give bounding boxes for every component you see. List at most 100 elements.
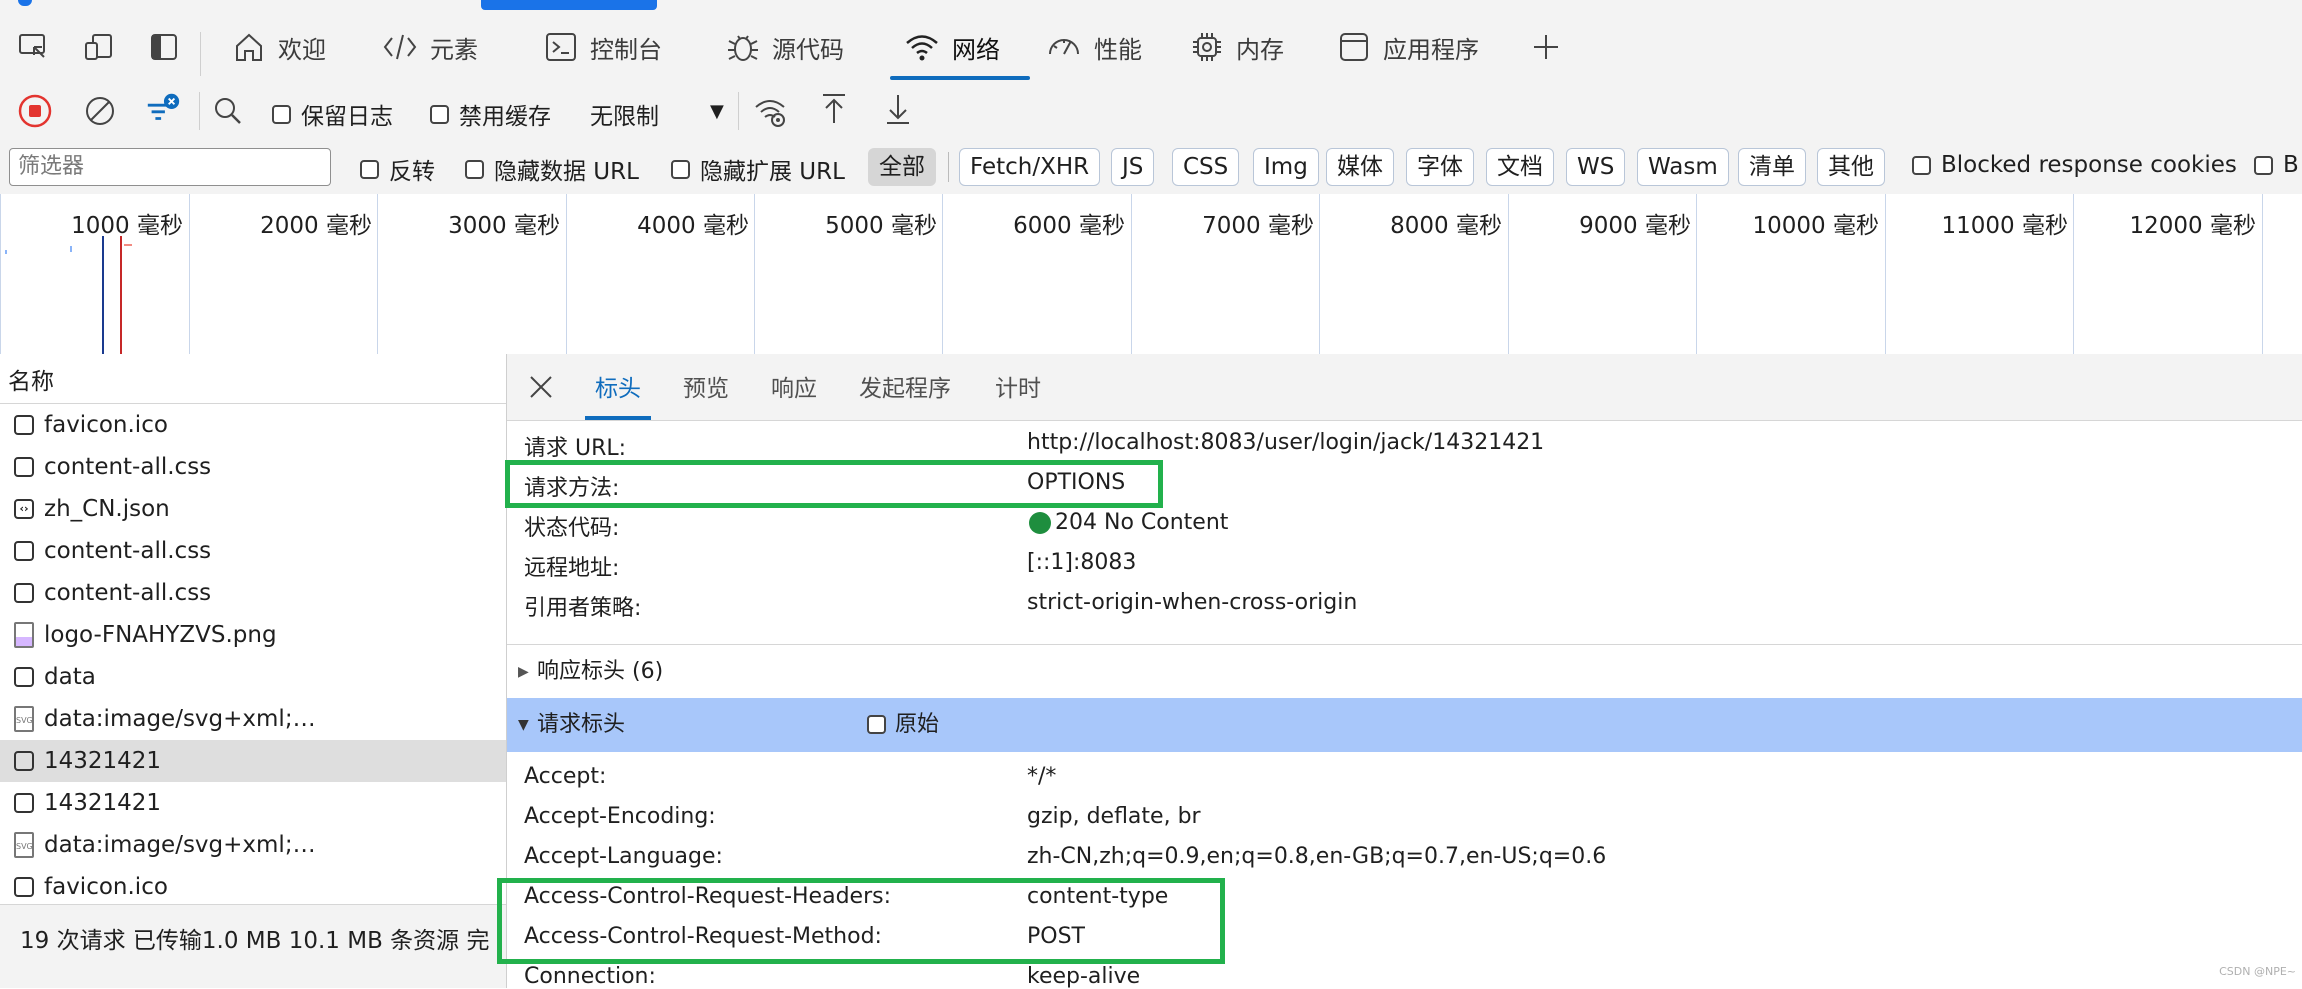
tab-preview[interactable]: 预览 xyxy=(683,354,729,420)
close-icon[interactable] xyxy=(522,368,560,406)
name-column-header[interactable]: 名称 xyxy=(0,354,506,404)
type-filter-js[interactable]: JS xyxy=(1111,148,1155,186)
list-item[interactable]: logo-FNAHYZVS.png xyxy=(0,614,506,656)
timeline-tick-label: 12000 毫秒 xyxy=(2129,213,2256,239)
type-filter-wasm[interactable]: Wasm xyxy=(1637,148,1729,186)
list-item[interactable]: data xyxy=(0,656,506,698)
timeline-gridline xyxy=(942,194,943,354)
checkbox-box[interactable] xyxy=(2254,155,2273,175)
list-item[interactable]: favicon.ico xyxy=(0,404,506,446)
raw-checkbox[interactable] xyxy=(867,715,886,734)
request-mark xyxy=(124,244,132,246)
request-headers-section[interactable]: ▼ 请求标头 原始 xyxy=(507,698,2302,752)
document-icon xyxy=(14,457,34,477)
tab-timing[interactable]: 计时 xyxy=(995,354,1041,420)
tab-console[interactable]: 控制台 xyxy=(544,14,662,80)
checkbox-box[interactable] xyxy=(1912,155,1931,175)
export-har-icon[interactable] xyxy=(879,90,917,128)
tab-initiator[interactable]: 发起程序 xyxy=(859,354,951,420)
timeline-gridline xyxy=(1319,194,1320,354)
request-name: data:image/svg+xml;… xyxy=(44,832,316,858)
timeline-tick-label: 5000 毫秒 xyxy=(825,213,937,239)
disable-cache-checkbox[interactable]: 禁用缓存 xyxy=(430,97,551,131)
filter-separator xyxy=(948,152,949,182)
general-value: [::1]:8083 xyxy=(1027,550,1137,575)
raw-label: 原始 xyxy=(895,712,940,737)
request-headers-title: 请求标头 xyxy=(537,712,626,737)
list-item[interactable]: ‹› zh_CN.json xyxy=(0,488,506,530)
checkbox-box[interactable] xyxy=(272,104,291,124)
list-item[interactable]: content-all.css xyxy=(0,572,506,614)
list-item-selected[interactable]: 14321421 xyxy=(0,740,506,782)
tab-elements[interactable]: 元素 xyxy=(382,14,478,80)
checkbox-box[interactable] xyxy=(671,159,690,179)
import-har-icon[interactable] xyxy=(815,90,853,128)
tab-response[interactable]: 响应 xyxy=(771,354,817,420)
list-item[interactable]: SVG data:image/svg+xml;… xyxy=(0,698,506,740)
timeline-gridline xyxy=(0,194,1,354)
hide-data-url-checkbox[interactable]: 隐藏数据 URL xyxy=(465,152,639,186)
add-tool-icon[interactable] xyxy=(1527,28,1565,66)
type-filter-media[interactable]: 媒体 xyxy=(1326,148,1394,186)
list-item[interactable]: content-all.css xyxy=(0,530,506,572)
filter-input[interactable]: 筛选器 xyxy=(9,148,331,186)
type-filter-manifest[interactable]: 清单 xyxy=(1738,148,1806,186)
timeline-tick-label: 4000 毫秒 xyxy=(637,213,749,239)
device-emulation-icon[interactable] xyxy=(80,28,118,66)
type-filter-doc[interactable]: 文档 xyxy=(1486,148,1554,186)
network-overview[interactable]: 1000 毫秒 2000 毫秒 3000 毫秒 4000 毫秒 5000 毫秒 … xyxy=(0,194,2302,355)
request-name: data xyxy=(44,664,96,690)
checkbox-box[interactable] xyxy=(360,159,379,179)
type-filter-other[interactable]: 其他 xyxy=(1817,148,1885,186)
clear-icon[interactable] xyxy=(81,92,119,130)
record-icon[interactable] xyxy=(16,92,54,130)
timeline-tick-label: 11000 毫秒 xyxy=(1941,213,2068,239)
hide-ext-url-checkbox[interactable]: 隐藏扩展 URL xyxy=(671,152,845,186)
timeline-gridline xyxy=(2073,194,2074,354)
toolbar-separator xyxy=(199,92,200,130)
tab-headers[interactable]: 标头 xyxy=(585,354,651,420)
type-filter-img[interactable]: Img xyxy=(1253,148,1319,186)
search-icon[interactable] xyxy=(209,92,247,130)
tab-label: 应用程序 xyxy=(1383,35,1479,64)
throttle-select[interactable]: 无限制 ▼ xyxy=(590,97,730,131)
type-filter-font[interactable]: 字体 xyxy=(1406,148,1474,186)
disable-cache-label: 禁用缓存 xyxy=(459,104,551,130)
list-item[interactable]: content-all.css xyxy=(0,446,506,488)
blocked-cookies-checkbox[interactable]: Blocked response cookies xyxy=(1912,152,2237,178)
tab-network[interactable]: 网络 xyxy=(890,14,1030,80)
truncated-checkbox[interactable]: B xyxy=(2254,152,2299,178)
timeline-tick-label: 6000 毫秒 xyxy=(1013,213,1125,239)
type-filter-all[interactable]: 全部 xyxy=(868,148,936,186)
filter-icon[interactable] xyxy=(144,90,182,128)
tab-memory[interactable]: 内存 xyxy=(1190,14,1284,80)
invert-checkbox[interactable]: 反转 xyxy=(360,152,435,186)
tab-welcome[interactable]: 欢迎 xyxy=(232,14,326,80)
tab-sources[interactable]: 源代码 xyxy=(726,14,844,80)
general-value: http://localhost:8083/user/login/jack/14… xyxy=(1027,430,1545,455)
sidebar-toggle-icon[interactable] xyxy=(145,28,183,66)
preserve-log-checkbox[interactable]: 保留日志 xyxy=(272,97,393,131)
inspect-element-icon[interactable] xyxy=(14,28,52,66)
network-conditions-icon[interactable] xyxy=(752,92,790,130)
timeline-gridline xyxy=(377,194,378,354)
tab-application[interactable]: 应用程序 xyxy=(1337,14,1479,80)
tab-performance[interactable]: 性能 xyxy=(1046,14,1142,80)
hide-ext-url-label: 隐藏扩展 URL xyxy=(700,159,845,185)
type-filter-fetch-xhr[interactable]: Fetch/XHR xyxy=(959,148,1101,186)
header-key: Accept-Language: xyxy=(524,844,723,869)
list-item[interactable]: SVG data:image/svg+xml;… xyxy=(0,824,506,866)
list-item[interactable]: 14321421 xyxy=(0,782,506,824)
header-key: Connection: xyxy=(524,964,656,989)
type-filter-ws[interactable]: WS xyxy=(1566,148,1626,186)
truncated-label: B xyxy=(2283,152,2299,178)
response-headers-section[interactable]: ▶ 响应标头 (6) xyxy=(507,644,2302,700)
checkbox-box[interactable] xyxy=(465,159,484,179)
list-item[interactable]: favicon.ico xyxy=(0,866,506,908)
browser-indicator xyxy=(18,0,32,6)
tab-label: 内存 xyxy=(1236,35,1284,64)
type-filter-css[interactable]: CSS xyxy=(1172,148,1240,186)
toolbar-separator xyxy=(738,92,739,130)
home-icon xyxy=(236,33,262,61)
checkbox-box[interactable] xyxy=(430,104,449,124)
